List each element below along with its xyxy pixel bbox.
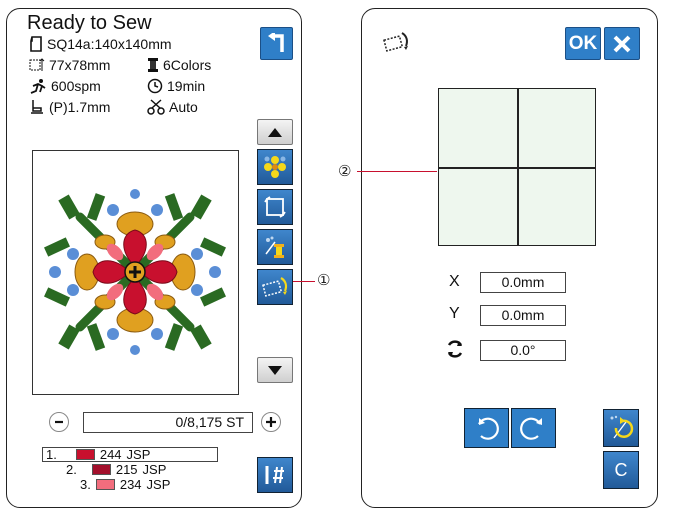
design-size-icon [29,58,45,71]
presser-row: (P)1.7mm [29,99,110,115]
color-brand: JSP [126,447,151,462]
thread-spool-icon [265,236,284,258]
y-label: Y [449,305,460,322]
rotation-angle-display: 0.0° [480,340,566,361]
design-name: SQ14a:140x140mm [47,36,172,52]
callout-line-2 [357,171,437,172]
sewing-time: 19min [167,78,206,94]
callout-line-1 [293,281,315,282]
scissors-icon [147,99,165,115]
color-number: 3. [80,477,91,492]
rotate-ccw-icon [477,417,499,440]
color-brand: JSP [146,477,171,492]
adjust-position-button[interactable] [257,269,293,305]
ready-to-sew-panel: Ready to Sew SQ14a:140x140mm 77x78mm 6Co… [6,8,302,508]
ok-label: OK [568,32,598,54]
color-list-item[interactable]: 3. 234 JSP [42,477,218,492]
sewing-speed: 600spm [51,78,101,94]
ok-button[interactable]: OK [565,27,601,60]
return-arrow-icon [267,32,284,52]
runner-icon [30,79,46,94]
scroll-up-button[interactable] [257,119,293,145]
clear-button[interactable]: C [603,451,639,489]
color-sort-button[interactable] [257,149,293,185]
speed-row: 600spm [29,78,101,94]
plus-icon [266,417,276,427]
hash-jump-icon [265,466,284,484]
color-list[interactable]: 1. 244 JSP 2. 215 JSP 3. 234 JSP [42,447,218,492]
reset-rotation-button[interactable] [603,409,639,447]
color-thread-button[interactable] [257,229,293,265]
design-preview[interactable] [32,150,239,395]
y-offset-display: 0.0mm [480,305,566,326]
thread-cut-mode: Auto [169,99,198,115]
stitch-plus-button[interactable] [261,412,281,432]
file-icon [30,36,42,52]
yellow-rotate-icon [610,415,634,439]
thread-cut-row: Auto [147,99,198,115]
trace-button[interactable] [257,189,293,225]
rotate-cw-icon [519,417,542,440]
color-swatch [91,464,111,475]
grid-horizontal-line [439,167,595,169]
color-number: 2. [66,462,77,477]
color-list-item[interactable]: 1. 244 JSP [42,447,218,462]
rotate-right-button[interactable] [511,408,556,448]
scroll-down-button[interactable] [257,357,293,383]
design-size: 77x78mm [49,57,111,73]
embroidery-design-image [44,189,226,355]
flower-icon [264,156,286,178]
color-number: 1. [46,447,57,462]
position-grid[interactable] [438,88,596,246]
x-offset-display: 0.0mm [480,272,566,293]
jump-to-color-button[interactable] [257,457,293,493]
trace-frame-icon [264,196,286,218]
back-button[interactable] [260,27,293,60]
callout-2: ② [338,162,352,180]
cancel-button[interactable] [604,27,640,60]
hoop-adjust-header-icon [383,32,408,52]
adjust-position-panel: OK X 0.0mm Y 0.0mm 0.0° C [361,8,658,508]
color-list-item[interactable]: 2. 215 JSP [42,462,218,477]
clock-icon [147,78,163,94]
presser-foot-icon [31,100,43,114]
size-row: 77x78mm [29,57,110,73]
close-icon [613,35,631,52]
rotate-left-button[interactable] [464,408,509,448]
presser-height: (P)1.7mm [49,99,111,115]
clear-label: C [614,459,628,480]
x-label: X [449,273,460,290]
color-count: 6Colors [163,57,212,73]
colors-row: 6Colors [147,57,211,73]
color-code: 244 [99,447,122,462]
minus-icon [55,420,63,424]
color-code: 234 [119,477,142,492]
callout-1: ① [317,271,331,289]
page-title: Ready to Sew [27,12,152,34]
stitch-count-display: 0/8,175 ST [83,412,253,433]
time-row: 19min [147,78,205,94]
stitch-minus-button[interactable] [49,412,69,432]
design-name-row: SQ14a:140x140mm [29,36,172,52]
hoop-adjust-icon [262,277,288,297]
rotation-icon [447,340,463,358]
triangle-up-icon [268,127,282,137]
spool-icon [148,58,158,72]
color-code: 215 [115,462,138,477]
color-swatch [95,479,115,490]
color-brand: JSP [142,462,167,477]
triangle-down-icon [268,365,282,375]
color-swatch [75,449,95,460]
